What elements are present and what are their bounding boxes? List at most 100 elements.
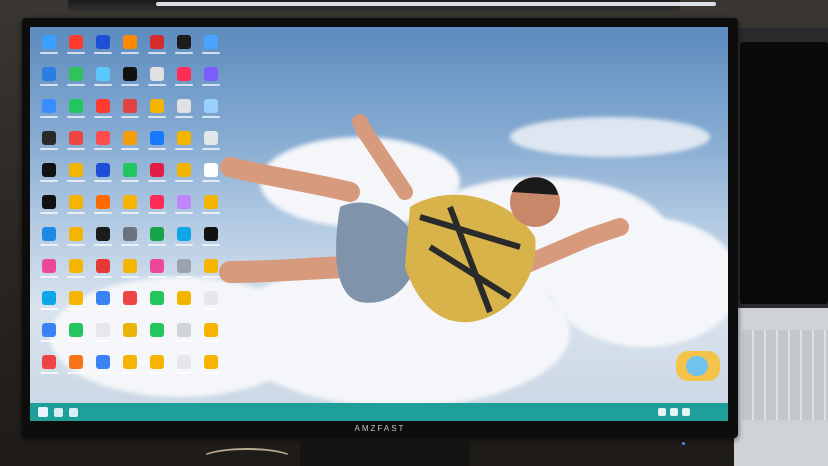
desktop-shortcut[interactable] — [36, 353, 61, 385]
desktop-shortcut[interactable] — [117, 161, 142, 193]
desktop-shortcut[interactable] — [90, 161, 115, 193]
desktop-shortcut[interactable] — [117, 65, 142, 97]
desktop-shortcut[interactable] — [63, 289, 88, 321]
desktop-shortcut[interactable] — [144, 257, 169, 289]
desktop-shortcut[interactable] — [63, 353, 88, 385]
shortcut-label — [39, 116, 58, 118]
desktop-shortcut[interactable] — [171, 289, 196, 321]
desktop-shortcut[interactable] — [171, 97, 196, 129]
desktop-shortcut[interactable] — [63, 257, 88, 289]
tray-icon[interactable] — [670, 408, 678, 416]
desktop-shortcut[interactable] — [63, 65, 88, 97]
desktop-shortcut[interactable] — [117, 289, 142, 321]
desktop-shortcut[interactable] — [198, 225, 223, 257]
desktop-shortcut[interactable] — [36, 225, 61, 257]
desktop-shortcut[interactable] — [36, 321, 61, 353]
desktop-shortcut[interactable] — [63, 129, 88, 161]
desktop-shortcut[interactable] — [90, 193, 115, 225]
shortcut-label — [66, 244, 85, 246]
desktop-shortcut[interactable] — [117, 97, 142, 129]
taskbar-app-icon[interactable] — [69, 407, 78, 417]
desktop-shortcut[interactable] — [117, 353, 142, 385]
app-icon — [95, 163, 110, 177]
desktop-shortcut[interactable] — [198, 289, 223, 321]
desktop-shortcut[interactable] — [90, 97, 115, 129]
tray-icon[interactable] — [658, 408, 666, 416]
desktop-shortcut[interactable] — [171, 353, 196, 385]
app-icon — [41, 99, 56, 113]
desktop-shortcut[interactable] — [117, 33, 142, 65]
desktop-shortcut[interactable] — [117, 257, 142, 289]
desktop-shortcut[interactable] — [36, 161, 61, 193]
app-icon — [149, 291, 164, 305]
app-icon — [122, 195, 137, 209]
desktop-shortcut[interactable] — [63, 33, 88, 65]
app-icon — [95, 99, 110, 113]
desktop-shortcut[interactable] — [36, 129, 61, 161]
desktop-shortcut[interactable] — [36, 97, 61, 129]
desktop-shortcut[interactable] — [63, 193, 88, 225]
desktop-shortcut[interactable] — [117, 225, 142, 257]
desktop-shortcut[interactable] — [144, 321, 169, 353]
system-tray — [658, 406, 722, 418]
desktop-shortcut[interactable] — [144, 289, 169, 321]
desktop-shortcut[interactable] — [171, 321, 196, 353]
desktop-shortcut[interactable] — [36, 257, 61, 289]
desktop-shortcut[interactable] — [198, 321, 223, 353]
desktop-shortcut[interactable] — [171, 257, 196, 289]
desktop-shortcut[interactable] — [144, 193, 169, 225]
desktop-shortcut[interactable] — [144, 129, 169, 161]
shortcut-label — [39, 148, 58, 150]
desktop-shortcut[interactable] — [144, 65, 169, 97]
desktop-shortcut[interactable] — [171, 33, 196, 65]
desktop-shortcut[interactable] — [63, 225, 88, 257]
desktop-shortcut[interactable] — [90, 225, 115, 257]
app-icon — [122, 99, 137, 113]
desktop-shortcut[interactable] — [198, 257, 223, 289]
desktop-shortcut[interactable] — [90, 353, 115, 385]
desktop-shortcut[interactable] — [144, 97, 169, 129]
desktop-shortcut[interactable] — [117, 321, 142, 353]
app-icon — [203, 259, 218, 273]
desktop-shortcut[interactable] — [36, 33, 61, 65]
desktop-shortcut[interactable] — [90, 129, 115, 161]
desktop-shortcut[interactable] — [198, 33, 223, 65]
desktop-shortcut[interactable] — [117, 129, 142, 161]
shortcut-label — [120, 212, 139, 214]
desktop-shortcut[interactable] — [171, 225, 196, 257]
desktop-shortcut[interactable] — [144, 33, 169, 65]
clock[interactable] — [694, 406, 722, 418]
desktop-shortcut[interactable] — [198, 353, 223, 385]
mascot-widget[interactable] — [676, 351, 720, 381]
desktop-shortcut[interactable] — [36, 289, 61, 321]
desktop-shortcut[interactable] — [198, 97, 223, 129]
desktop-shortcut[interactable] — [171, 129, 196, 161]
desktop-shortcut[interactable] — [117, 193, 142, 225]
desktop-shortcut[interactable] — [90, 321, 115, 353]
desktop-shortcut[interactable] — [198, 193, 223, 225]
desktop-shortcut[interactable] — [144, 161, 169, 193]
tray-icon[interactable] — [682, 408, 690, 416]
app-icon — [149, 259, 164, 273]
desktop-shortcut[interactable] — [198, 65, 223, 97]
desktop-shortcut[interactable] — [90, 289, 115, 321]
desktop-shortcut[interactable] — [36, 65, 61, 97]
desktop-shortcut[interactable] — [90, 65, 115, 97]
desktop-shortcut[interactable] — [63, 97, 88, 129]
shortcut-label — [39, 340, 58, 342]
windows-start-icon[interactable] — [38, 407, 48, 417]
desktop-shortcut[interactable] — [63, 161, 88, 193]
desktop-shortcut[interactable] — [36, 193, 61, 225]
desktop-shortcut[interactable] — [144, 353, 169, 385]
taskbar-app-icon[interactable] — [54, 407, 63, 417]
desktop-shortcut[interactable] — [144, 225, 169, 257]
desktop-shortcut[interactable] — [171, 161, 196, 193]
desktop-shortcut[interactable] — [198, 129, 223, 161]
desktop-shortcut[interactable] — [63, 321, 88, 353]
desktop-shortcut[interactable] — [171, 193, 196, 225]
desktop-shortcut[interactable] — [90, 33, 115, 65]
desktop-shortcut[interactable] — [198, 161, 223, 193]
app-icon — [41, 131, 56, 145]
desktop-shortcut[interactable] — [90, 257, 115, 289]
desktop-shortcut[interactable] — [171, 65, 196, 97]
